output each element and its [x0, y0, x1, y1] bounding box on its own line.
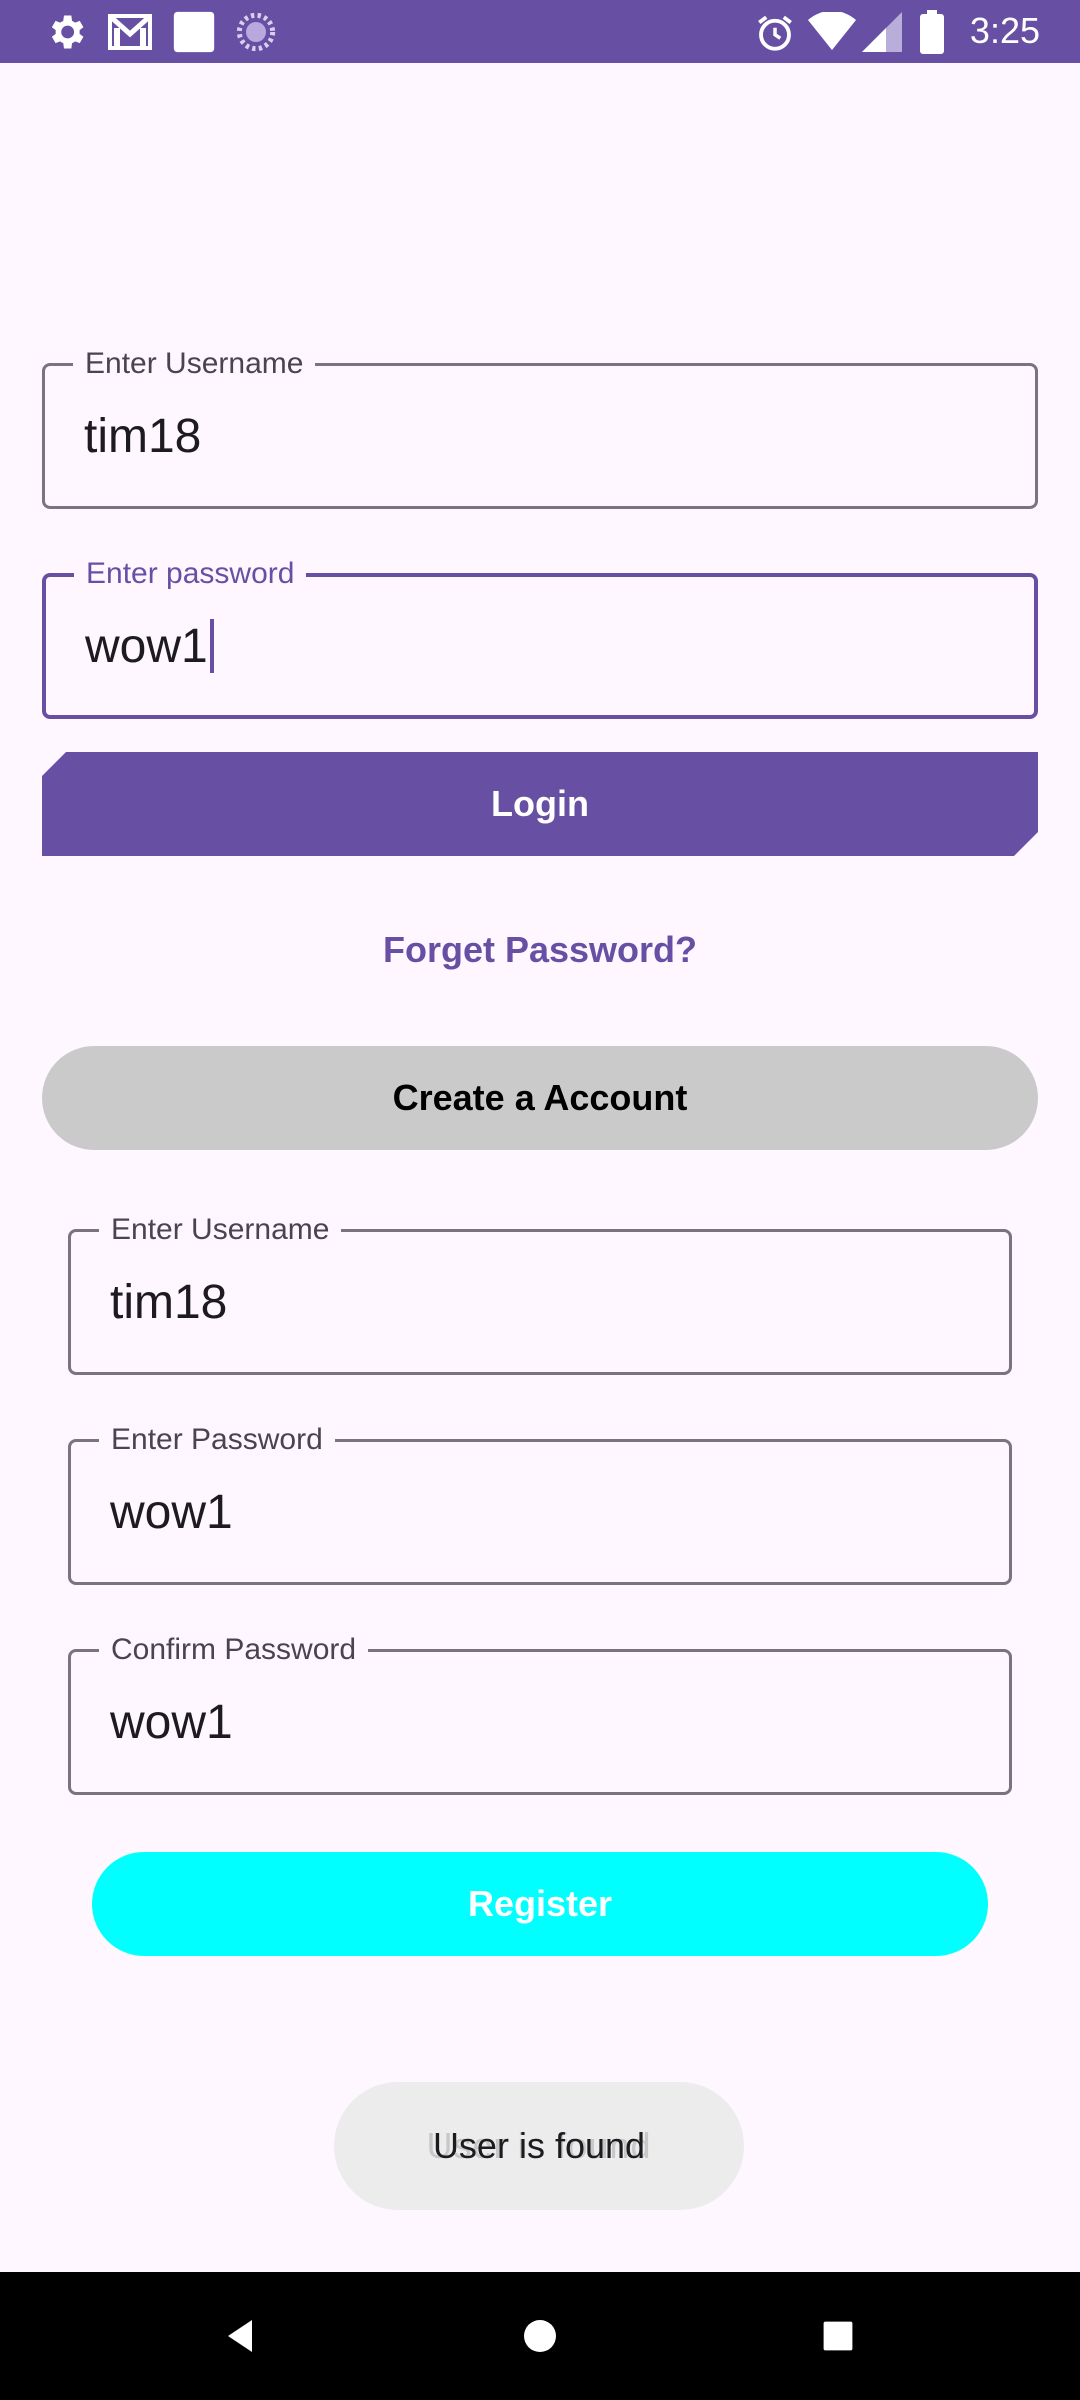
alarm-icon: [754, 12, 796, 54]
confirm-password-value: wow1: [110, 1695, 233, 1749]
login-username-field[interactable]: Enter Username tim18: [42, 344, 1038, 509]
register-button[interactable]: Register: [92, 1852, 988, 1956]
login-username-value: tim18: [84, 409, 202, 463]
login-button[interactable]: Login: [42, 752, 1038, 856]
register-password-field[interactable]: Enter Password wow1: [68, 1420, 1012, 1585]
toast: User is found User is found: [334, 2082, 744, 2210]
toast-text: User is found: [432, 2125, 646, 2166]
login-password-value-wrap: wow1: [85, 577, 214, 715]
settings-icon: [44, 10, 88, 54]
status-bar: 3:25: [0, 0, 1080, 63]
status-time: 3:25: [969, 10, 1040, 51]
signal-icon: [862, 12, 902, 52]
forget-password-link[interactable]: Forget Password?: [0, 925, 1080, 975]
gmail-icon: [106, 10, 154, 54]
create-account-button[interactable]: Create a Account: [42, 1046, 1038, 1150]
back-icon[interactable]: [210, 2306, 270, 2366]
text-cursor: [209, 619, 214, 673]
battery-icon: [920, 10, 944, 54]
app-square-icon: [172, 10, 216, 54]
navigation-bar: [0, 2272, 1080, 2400]
register-password-value: wow1: [110, 1485, 233, 1539]
recents-icon[interactable]: [808, 2306, 868, 2366]
home-icon[interactable]: [510, 2306, 570, 2366]
register-username-field[interactable]: Enter Username tim18: [68, 1210, 1012, 1375]
login-password-value: wow1: [85, 619, 208, 673]
confirm-password-field[interactable]: Confirm Password wow1: [68, 1630, 1012, 1795]
register-username-value: tim18: [110, 1275, 228, 1329]
wifi-icon: [808, 12, 856, 52]
sync-icon: [236, 12, 276, 52]
login-password-field[interactable]: Enter password wow1: [42, 554, 1038, 719]
